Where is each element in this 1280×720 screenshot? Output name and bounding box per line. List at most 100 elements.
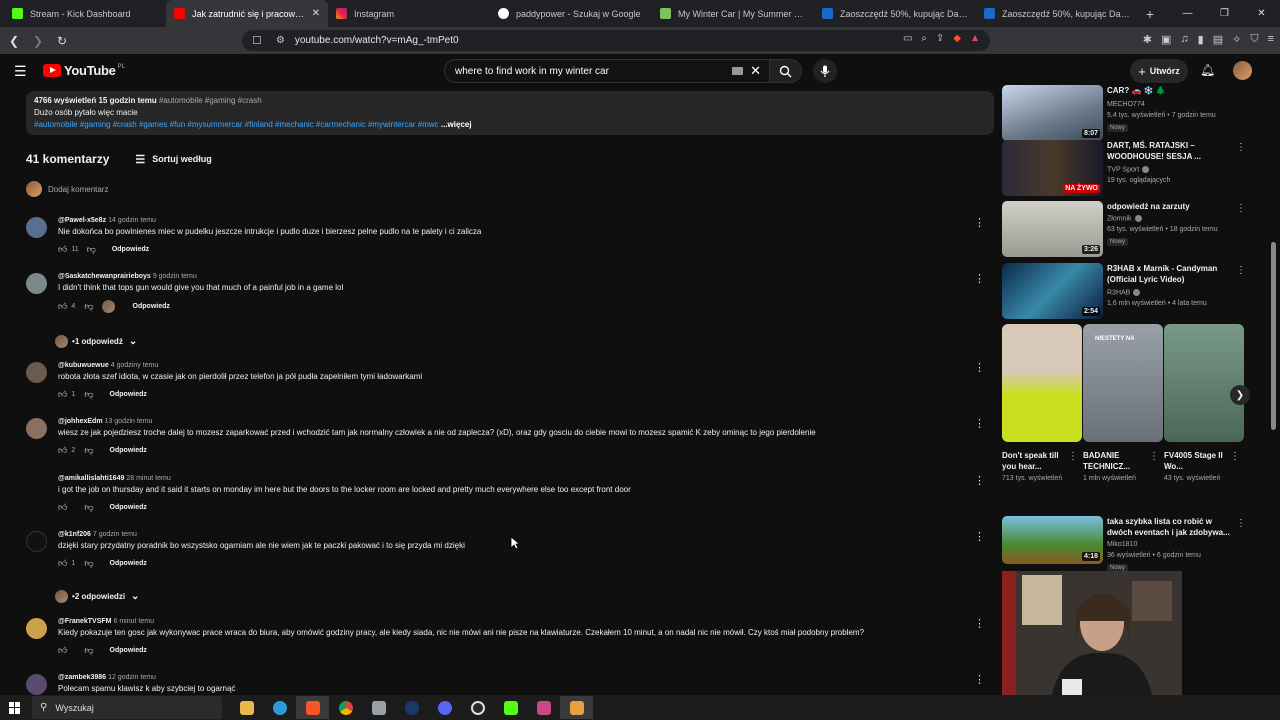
reply-button[interactable]: Odpowiedz — [133, 303, 170, 310]
like-icon[interactable]: 👍︎ — [58, 389, 67, 400]
brave-shield-icon[interactable]: ◆ — [953, 33, 961, 44]
reply-button[interactable]: Odpowiedz — [110, 504, 147, 511]
video-title[interactable]: R3HAB x Marnik - Candyman (Official Lyri… — [1107, 263, 1231, 285]
more-icon[interactable]: ⋮ — [974, 674, 985, 686]
short-thumbnail[interactable]: NIESTETY NA — [1083, 324, 1163, 442]
dislike-icon[interactable]: 👎︎ — [84, 389, 93, 400]
more-icon[interactable]: ⋮ — [1236, 265, 1246, 276]
tab-wiki[interactable]: My Winter Car | My Summer Car Wiki — [652, 0, 814, 27]
back-icon[interactable]: ❮ — [4, 34, 24, 48]
avatar[interactable] — [26, 217, 47, 238]
edge-icon[interactable] — [263, 696, 296, 719]
vpn-icon[interactable]: ⛉ — [1250, 33, 1258, 46]
minimize-icon[interactable]: — — [1169, 8, 1206, 19]
taskbar-search[interactable]: ⚲ Wyszukaj — [32, 696, 222, 719]
more-icon[interactable]: ⋮ — [974, 474, 985, 487]
more-icon[interactable]: ⋮ — [1236, 142, 1246, 153]
more-link[interactable]: ...więcej — [441, 120, 472, 129]
new-tab-button[interactable]: + — [1138, 6, 1162, 22]
reply-button[interactable]: Odpowiedz — [110, 447, 147, 454]
steam-icon[interactable] — [395, 696, 428, 719]
channel-name[interactable]: R3HAB — [1107, 289, 1141, 296]
video-title[interactable]: odpowiedź na zarzuty — [1107, 201, 1231, 212]
my-winter-car-icon[interactable] — [560, 696, 593, 719]
scrollbar[interactable] — [1270, 88, 1277, 695]
tab-kick[interactable]: Stream - Kick Dashboard — [4, 0, 166, 27]
video-description[interactable]: 4766 wyświetleń 15 godzin temu #automobi… — [26, 91, 994, 135]
video-thumbnail[interactable]: 3:26 — [1002, 201, 1103, 257]
create-button[interactable]: + Utwórz — [1130, 59, 1188, 83]
more-icon[interactable]: ⋮ — [1236, 203, 1246, 214]
obs-icon[interactable] — [461, 696, 494, 719]
more-icon[interactable]: ⋮ — [1068, 451, 1078, 462]
wallet-icon[interactable]: ▤ — [1213, 33, 1223, 46]
sidebar-icon[interactable]: ▮ — [1198, 33, 1204, 46]
reply-button[interactable]: Odpowiedz — [112, 246, 149, 253]
avatar[interactable] — [26, 674, 47, 695]
discord-icon[interactable] — [428, 696, 461, 719]
reply-button[interactable]: Odpowiedz — [110, 647, 147, 654]
like-icon[interactable]: 👍︎ — [58, 244, 67, 255]
more-icon[interactable]: ⋮ — [974, 272, 985, 285]
search-button[interactable] — [770, 59, 802, 83]
short-title[interactable]: BADANIE TECHNICZ... — [1083, 450, 1149, 472]
extensions-icon[interactable]: ✱ — [1143, 33, 1152, 46]
tab-instagram[interactable]: Instagram — [328, 0, 490, 27]
reload-icon[interactable]: ↻ — [52, 34, 72, 48]
more-icon[interactable]: ⋮ — [1149, 451, 1159, 462]
more-icon[interactable]: ⋮ — [974, 417, 985, 430]
video-title[interactable]: DART, MŚ. RATAJSKI – WOODHOUSE! SESJA ..… — [1107, 140, 1231, 162]
game-icon[interactable] — [527, 696, 560, 719]
comment-author[interactable]: @Saskatchewanprairieboys — [58, 273, 151, 280]
keyboard-icon[interactable] — [732, 67, 743, 75]
more-icon[interactable]: ⋮ — [974, 617, 985, 630]
close-icon[interactable]: ✕ — [312, 8, 320, 19]
dislike-icon[interactable]: 👎︎ — [87, 244, 96, 255]
video-thumbnail[interactable]: 4:18 — [1002, 516, 1103, 564]
like-icon[interactable]: 👍︎ — [58, 645, 67, 656]
video-thumbnail[interactable]: 2:54 — [1002, 263, 1103, 319]
next-button[interactable]: ❯ — [1230, 385, 1250, 405]
channel-name[interactable]: Miko1810 — [1107, 541, 1137, 548]
comment-author[interactable]: @k1nf206 — [58, 531, 91, 538]
like-icon[interactable]: 👍︎ — [58, 558, 67, 569]
like-icon[interactable]: 👍︎ — [58, 301, 67, 312]
voice-search-button[interactable] — [813, 59, 837, 83]
short-title[interactable]: Don't speak till you hear... — [1002, 450, 1068, 472]
more-icon[interactable]: ⋮ — [974, 216, 985, 229]
close-window-icon[interactable]: ✕ — [1243, 8, 1280, 19]
replies-toggle[interactable]: • 2 odpowiedzi ⌄ — [55, 590, 139, 603]
like-icon[interactable]: 👍︎ — [58, 502, 67, 513]
kick-icon[interactable] — [494, 696, 527, 719]
media-icon[interactable]: ♫ — [1180, 33, 1188, 46]
account-avatar[interactable] — [1233, 61, 1252, 80]
channel-name[interactable]: MECHO774 — [1107, 101, 1145, 108]
reply-button[interactable]: Odpowiedz — [110, 560, 147, 567]
avatar[interactable] — [26, 531, 47, 552]
scrollbar-thumb[interactable] — [1271, 242, 1276, 430]
more-icon[interactable]: ⋮ — [1236, 518, 1246, 529]
comment-author[interactable]: @amikallislahti1649 — [58, 475, 124, 482]
channel-name[interactable]: TVP Sport — [1107, 166, 1150, 173]
forward-icon[interactable]: ❯ — [28, 34, 48, 48]
avatar[interactable] — [26, 273, 47, 294]
dislike-icon[interactable]: 👎︎ — [84, 502, 93, 513]
clear-search-icon[interactable]: ✕ — [750, 63, 761, 79]
tab-youtube[interactable]: Jak zatrudnić się i pracować w ✕ — [166, 0, 328, 27]
dislike-icon[interactable]: 👎︎ — [84, 558, 93, 569]
comment-author[interactable]: @Pawel-x5e8z — [58, 217, 106, 224]
site-info-icon[interactable]: ⚙ — [276, 35, 285, 46]
video-thumbnail[interactable]: 8:07 — [1002, 85, 1103, 141]
share-icon[interactable]: ⇪ — [936, 33, 944, 44]
comment-author[interactable]: @zambek3986 — [58, 674, 106, 681]
tab-google[interactable]: paddypower - Szukaj w Google — [490, 0, 652, 27]
short-video[interactable]: NIESTETY NA BADANIE TECHNICZ... 1 mln wy… — [1083, 324, 1163, 484]
cast-icon[interactable]: ▭ — [903, 33, 912, 44]
brave-icon[interactable] — [296, 696, 329, 719]
more-icon[interactable]: ⋮ — [974, 530, 985, 543]
comment-author[interactable]: @johhexEdm — [58, 418, 103, 425]
search-input[interactable]: where to find work in my winter car ✕ — [444, 59, 770, 83]
short-thumbnail[interactable] — [1164, 324, 1244, 442]
app-icon[interactable] — [362, 696, 395, 719]
screenshot-icon[interactable]: ▣ — [1161, 33, 1171, 46]
